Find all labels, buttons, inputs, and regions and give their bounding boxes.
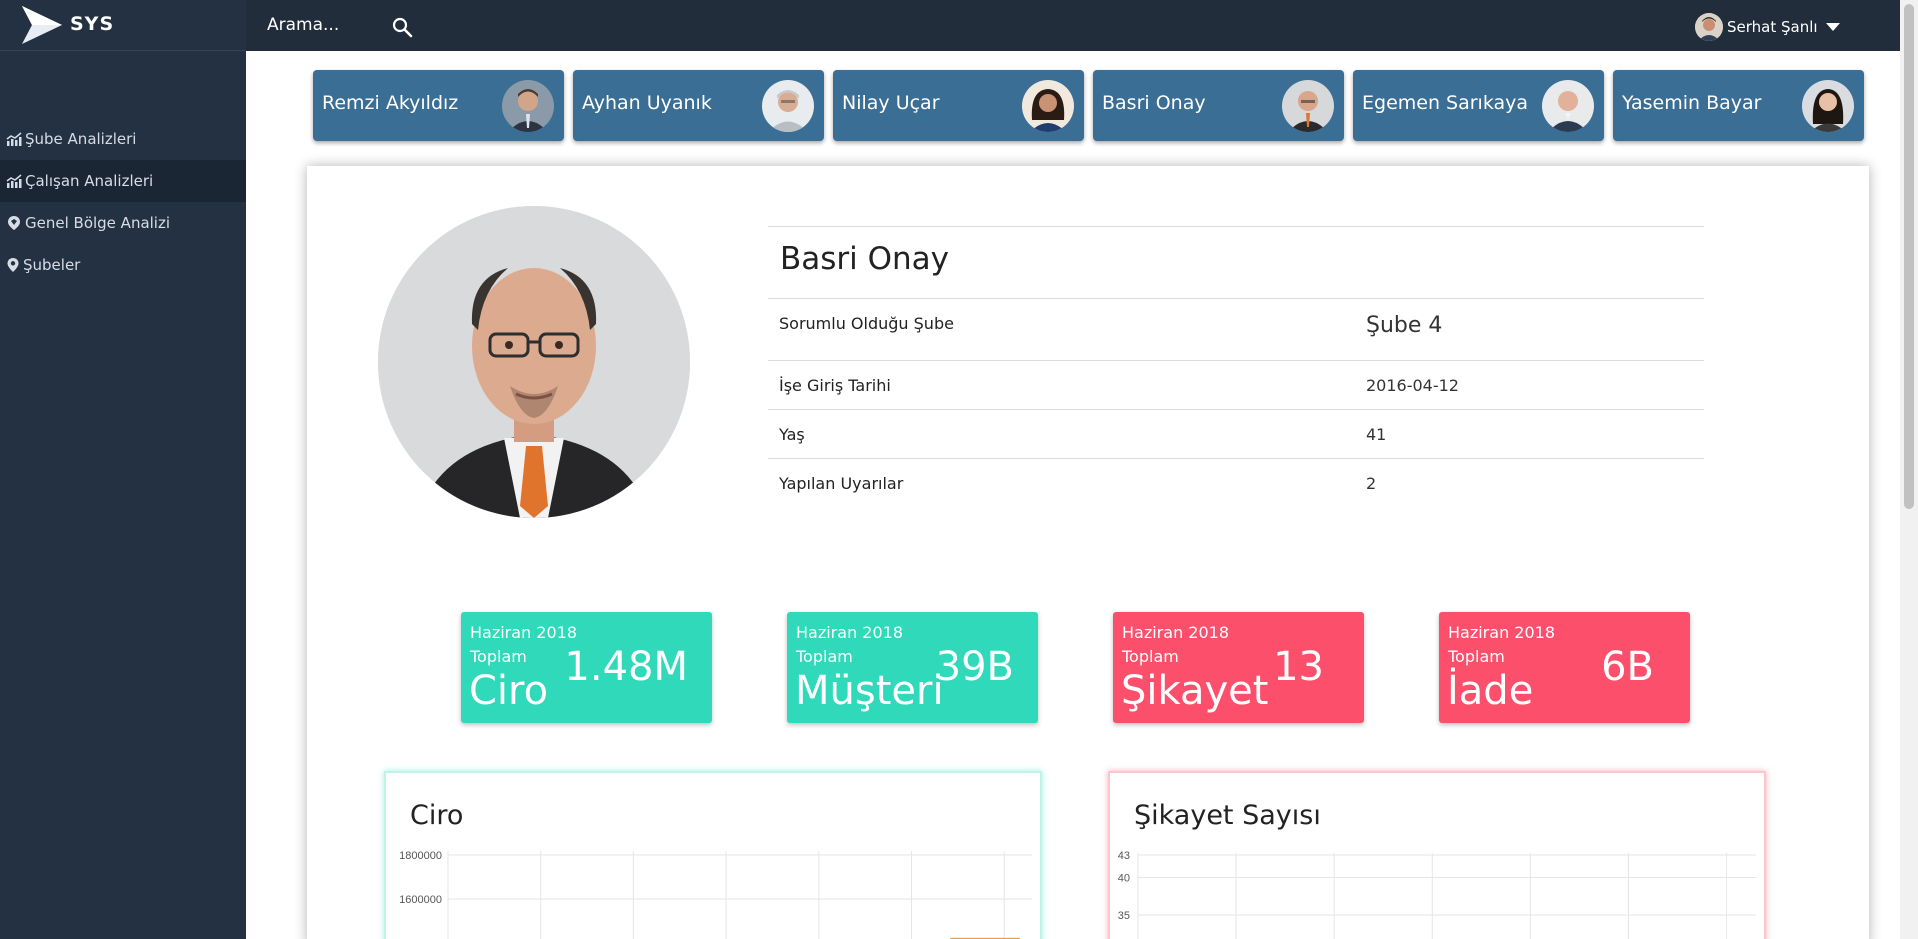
logo-icon xyxy=(22,6,62,44)
info-label: İşe Giriş Tarihi xyxy=(779,376,891,395)
info-value: 41 xyxy=(1366,425,1387,444)
search-input[interactable]: Arama... xyxy=(267,15,339,35)
stat-period: Haziran 2018 xyxy=(1448,623,1556,642)
employee-tab-nilay-ucar[interactable]: Nilay Uçar xyxy=(833,70,1084,141)
info-row-sube: Sorumlu Olduğu Şube Şube 4 xyxy=(768,299,1704,361)
chart-sikayet-plot: 43 40 35 xyxy=(1118,850,1756,939)
stat-ciro: Haziran 2018 Toplam Ciro 1.48M xyxy=(461,612,712,723)
stat-label: Ciro xyxy=(469,668,549,714)
location-icon xyxy=(7,258,19,272)
info-label: Sorumlu Olduğu Şube xyxy=(779,314,954,333)
employee-avatar xyxy=(1542,80,1594,132)
chart-sikayet: Şikayet Sayısı 43 40 35 xyxy=(1108,771,1766,939)
sidebar-item-sube-analizleri[interactable]: Şube Analizleri xyxy=(0,118,246,160)
y-tick-label: 1800000 xyxy=(399,850,442,862)
user-name: Serhat Şanlı xyxy=(1727,18,1818,36)
chart-ciro: Ciro 1800000 1600000 xyxy=(384,771,1042,939)
stat-label: İade xyxy=(1447,668,1534,714)
info-value: Şube 4 xyxy=(1366,313,1443,338)
stat-musteri: Haziran 2018 Toplam Müşteri 39B xyxy=(787,612,1038,723)
employee-name: Ayhan Uyanık xyxy=(582,92,712,114)
employee-name: Egemen Sarıkaya xyxy=(1362,92,1529,114)
employee-tab-ayhan-uyanik[interactable]: Ayhan Uyanık xyxy=(573,70,824,141)
employee-tab-egemen-sarikaya[interactable]: Egemen Sarıkaya xyxy=(1353,70,1604,141)
sidebar-item-subeler[interactable]: Şubeler xyxy=(0,244,246,286)
info-row-uyarilar: Yapılan Uyarılar 2 xyxy=(768,459,1704,508)
caret-down-icon[interactable] xyxy=(1825,22,1840,32)
map-pin-icon xyxy=(8,216,20,230)
sidebar-item-calisan-analizleri[interactable]: Çalışan Analizleri xyxy=(0,160,246,202)
scrollbar[interactable] xyxy=(1900,0,1918,939)
y-tick-label: 1600000 xyxy=(399,894,442,906)
stat-prefix: Toplam xyxy=(1448,647,1505,666)
y-tick-label: 40 xyxy=(1118,873,1130,885)
user-menu[interactable]: Serhat Şanlı xyxy=(1695,13,1840,41)
employee-name: Basri Onay xyxy=(1102,92,1206,114)
y-tick-label: 43 xyxy=(1118,850,1130,862)
y-tick-label: 35 xyxy=(1118,910,1130,922)
stat-label: Şikayet xyxy=(1121,668,1269,714)
sidebar-item-label: Şube Analizleri xyxy=(25,130,137,148)
stat-iade: Haziran 2018 Toplam İade 6B xyxy=(1439,612,1690,723)
info-label: Yaş xyxy=(779,425,805,444)
employee-avatar xyxy=(1282,80,1334,132)
info-label: Yapılan Uyarılar xyxy=(779,474,904,493)
analytics-icon xyxy=(6,174,22,188)
sidebar-item-label: Genel Bölge Analizi xyxy=(25,214,171,232)
stat-label: Müşteri xyxy=(795,668,944,714)
info-row-yas: Yaş 41 xyxy=(768,410,1704,459)
stat-value: 39B xyxy=(935,644,1014,690)
sidebar-item-genel-bolge-analizi[interactable]: Genel Bölge Analizi xyxy=(0,202,246,244)
info-row-ise-giris: İşe Giriş Tarihi 2016-04-12 xyxy=(768,361,1704,410)
employee-name: Yasemin Bayar xyxy=(1622,92,1762,114)
employee-tab-yasemin-bayar[interactable]: Yasemin Bayar xyxy=(1613,70,1864,141)
avatar xyxy=(1695,13,1723,41)
profile-photo xyxy=(378,206,690,518)
employee-full-name: Basri Onay xyxy=(768,227,1704,299)
stat-period: Haziran 2018 xyxy=(1122,623,1230,642)
brand-name: SYS xyxy=(70,13,115,35)
sidebar: Şube Analizleri Çalışan Analizleri Genel… xyxy=(0,51,246,939)
brand[interactable]: SYS xyxy=(0,0,246,51)
profile-info-table: Basri Onay Sorumlu Olduğu Şube Şube 4 İş… xyxy=(768,226,1704,508)
stat-period: Haziran 2018 xyxy=(470,623,578,642)
employee-name: Nilay Uçar xyxy=(842,92,940,114)
chart-ciro-plot: 1800000 1600000 xyxy=(399,850,1032,939)
sidebar-item-label: Şubeler xyxy=(23,256,81,274)
employee-tab-remzi-akyildiz[interactable]: Remzi Akyıldız xyxy=(313,70,564,141)
employee-avatar xyxy=(1022,80,1074,132)
stat-prefix: Toplam xyxy=(796,647,853,666)
search-icon[interactable] xyxy=(392,17,413,38)
employee-avatar xyxy=(502,80,554,132)
stat-value: 13 xyxy=(1273,644,1324,690)
employee-avatar xyxy=(1802,80,1854,132)
stat-period: Haziran 2018 xyxy=(796,623,904,642)
stat-value: 6B xyxy=(1601,644,1654,690)
employee-name: Remzi Akyıldız xyxy=(322,92,459,114)
analytics-icon xyxy=(6,132,22,146)
stat-prefix: Toplam xyxy=(470,647,527,666)
top-bar: SYS Arama... Serhat Şanlı xyxy=(0,0,1900,51)
employee-tab-basri-onay[interactable]: Basri Onay xyxy=(1093,70,1344,141)
scroll-thumb[interactable] xyxy=(1904,4,1914,509)
stat-prefix: Toplam xyxy=(1122,647,1179,666)
stat-sikayet: Haziran 2018 Toplam Şikayet 13 xyxy=(1113,612,1364,723)
info-value: 2016-04-12 xyxy=(1366,376,1459,395)
info-value: 2 xyxy=(1366,474,1377,493)
sidebar-item-label: Çalışan Analizleri xyxy=(25,172,154,190)
employee-avatar xyxy=(762,80,814,132)
stat-value: 1.48M xyxy=(564,644,688,690)
